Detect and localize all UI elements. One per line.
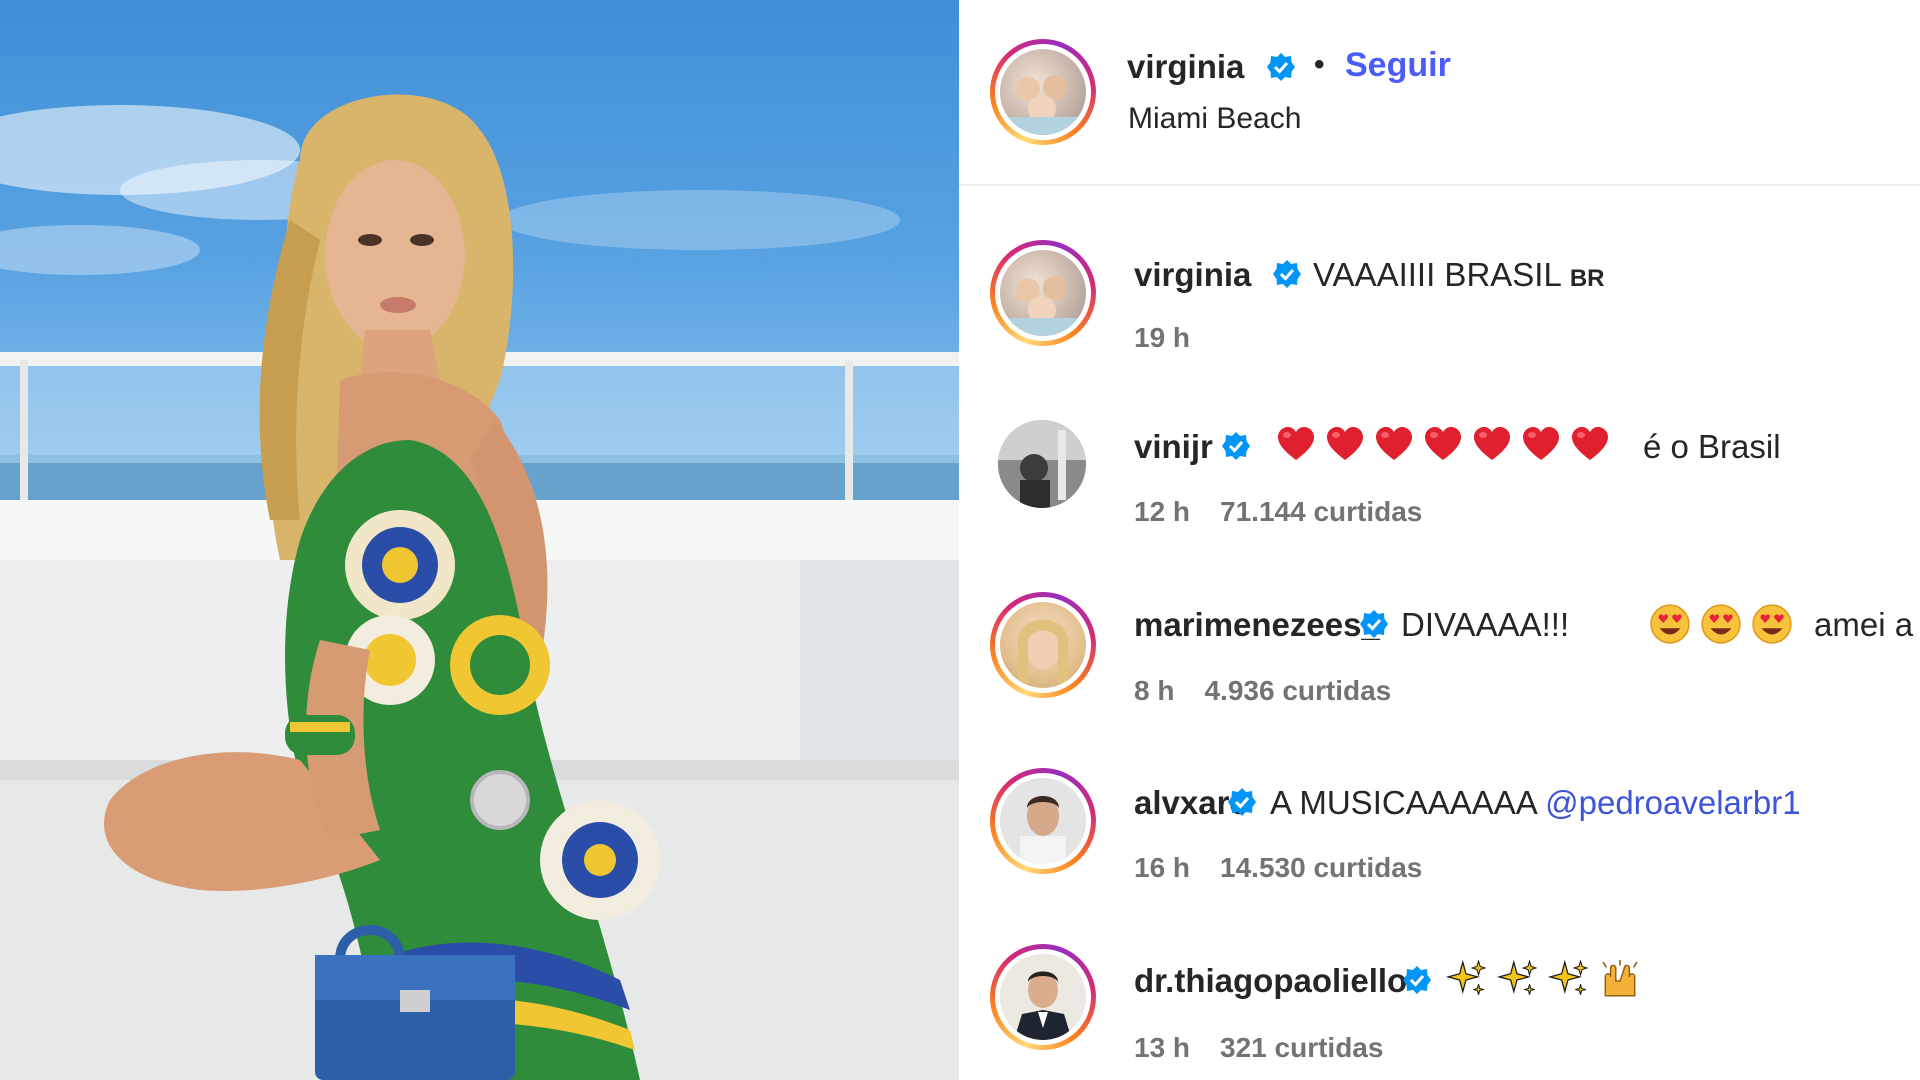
comment-avatar[interactable] <box>1000 602 1086 688</box>
comment-mention-link[interactable]: @pedroavelarbr1 <box>1545 784 1800 821</box>
comment-username[interactable]: vinijr <box>1134 428 1213 466</box>
comment-time[interactable]: 8 h <box>1134 675 1174 706</box>
raising-hands-icon <box>1602 960 1638 997</box>
post-photo[interactable] <box>0 0 959 1080</box>
red-heart-icon <box>1376 427 1412 460</box>
red-heart-icon <box>1278 427 1314 460</box>
comment-time[interactable]: 12 h <box>1134 496 1190 527</box>
verified-badge-icon <box>1222 432 1250 460</box>
post-location[interactable]: Miami Beach <box>1128 102 1301 136</box>
comment-text: DIVAAAA!!! <box>1401 606 1570 643</box>
header-separator: • <box>1314 48 1325 81</box>
comment-username[interactable]: virginia <box>1134 256 1251 294</box>
comment-time[interactable]: 19 h <box>1134 322 1190 353</box>
comment-username[interactable]: dr.thiagopaoliello <box>1134 962 1407 1000</box>
author-avatar[interactable] <box>1000 49 1086 135</box>
comment-text: A MUSICAAAAAA @pedroavelarbr1 <box>1270 784 1801 822</box>
comment-meta: 19 h <box>1134 322 1190 354</box>
post-sidebar: virginia • Seguir Miami Beach virginia V… <box>959 0 1920 1080</box>
comment-avatar-ring[interactable] <box>990 592 1096 698</box>
comment-avatar[interactable] <box>1000 250 1086 336</box>
red-heart-icon <box>1523 427 1559 460</box>
comment-likes[interactable]: 14.530 curtidas <box>1220 852 1422 883</box>
avatar-family-image <box>1000 75 1086 135</box>
avatar-woman-image <box>1018 619 1068 688</box>
red-heart-icon <box>1425 427 1461 460</box>
comment-avatar-ring[interactable] <box>990 240 1096 346</box>
comment-text: VAAAIIII BRASIL BR <box>1313 256 1605 294</box>
author-avatar-ring[interactable] <box>990 39 1096 145</box>
sparkles-icon <box>1446 959 1487 995</box>
comment-likes[interactable]: 321 curtidas <box>1220 1032 1383 1063</box>
sparkles-icon <box>1548 959 1589 995</box>
comment-avatar[interactable] <box>1000 954 1086 1040</box>
comment-emoji-row <box>1446 958 1641 1000</box>
post-header: virginia • Seguir Miami Beach <box>959 0 1920 186</box>
heart-eyes-icon <box>1650 604 1690 644</box>
comment-text-after: amei a <box>1814 606 1914 643</box>
comment-username[interactable]: marimenezees_ <box>1134 606 1380 644</box>
verified-badge-icon <box>1228 788 1256 816</box>
heart-eyes-icon <box>1701 604 1741 644</box>
comment-time[interactable]: 13 h <box>1134 1032 1190 1063</box>
photo-illustration <box>0 94 959 1080</box>
avatar-family-image <box>1000 276 1086 336</box>
comment-avatar-ring[interactable] <box>990 768 1096 874</box>
comment-meta: 8 h 4.936 curtidas <box>1134 675 1391 707</box>
comment-text-main: A MUSICAAAAAA <box>1270 784 1536 821</box>
red-heart-icon <box>1474 427 1510 460</box>
comment-time[interactable]: 16 h <box>1134 852 1190 883</box>
verified-badge-icon <box>1360 610 1388 638</box>
comment-text: é o Brasil <box>1643 428 1781 465</box>
comment-avatar-ring[interactable] <box>990 944 1096 1050</box>
comment-meta: 12 h 71.144 curtidas <box>1134 496 1422 528</box>
comment-emoji-row <box>1649 603 1793 645</box>
avatar-man-image <box>1000 778 1086 864</box>
comment-likes[interactable]: 4.936 curtidas <box>1204 675 1391 706</box>
verified-badge-icon <box>1273 260 1301 288</box>
comment-avatar[interactable] <box>1000 778 1086 864</box>
comment-avatar[interactable] <box>998 420 1086 508</box>
verified-badge-icon <box>1267 53 1295 81</box>
avatar-man-suit-image <box>1000 954 1086 1040</box>
sparkles-icon <box>1497 959 1538 995</box>
red-heart-icon <box>1572 427 1608 460</box>
brazil-flag-icon: BR <box>1569 265 1605 292</box>
heart-eyes-icon <box>1752 604 1792 644</box>
comment-emoji-row <box>1276 425 1610 465</box>
comment-likes[interactable]: 71.144 curtidas <box>1220 496 1422 527</box>
comment-meta: 13 h 321 curtidas <box>1134 1032 1383 1064</box>
follow-button[interactable]: Seguir <box>1345 46 1451 85</box>
avatar-photo-bw <box>998 420 1086 508</box>
comment-text-main: VAAAIIII BRASIL <box>1313 256 1562 293</box>
red-heart-icon <box>1327 427 1363 460</box>
verified-badge-icon <box>1403 966 1431 994</box>
comment-meta: 16 h 14.530 curtidas <box>1134 852 1422 884</box>
author-username[interactable]: virginia <box>1127 48 1244 86</box>
